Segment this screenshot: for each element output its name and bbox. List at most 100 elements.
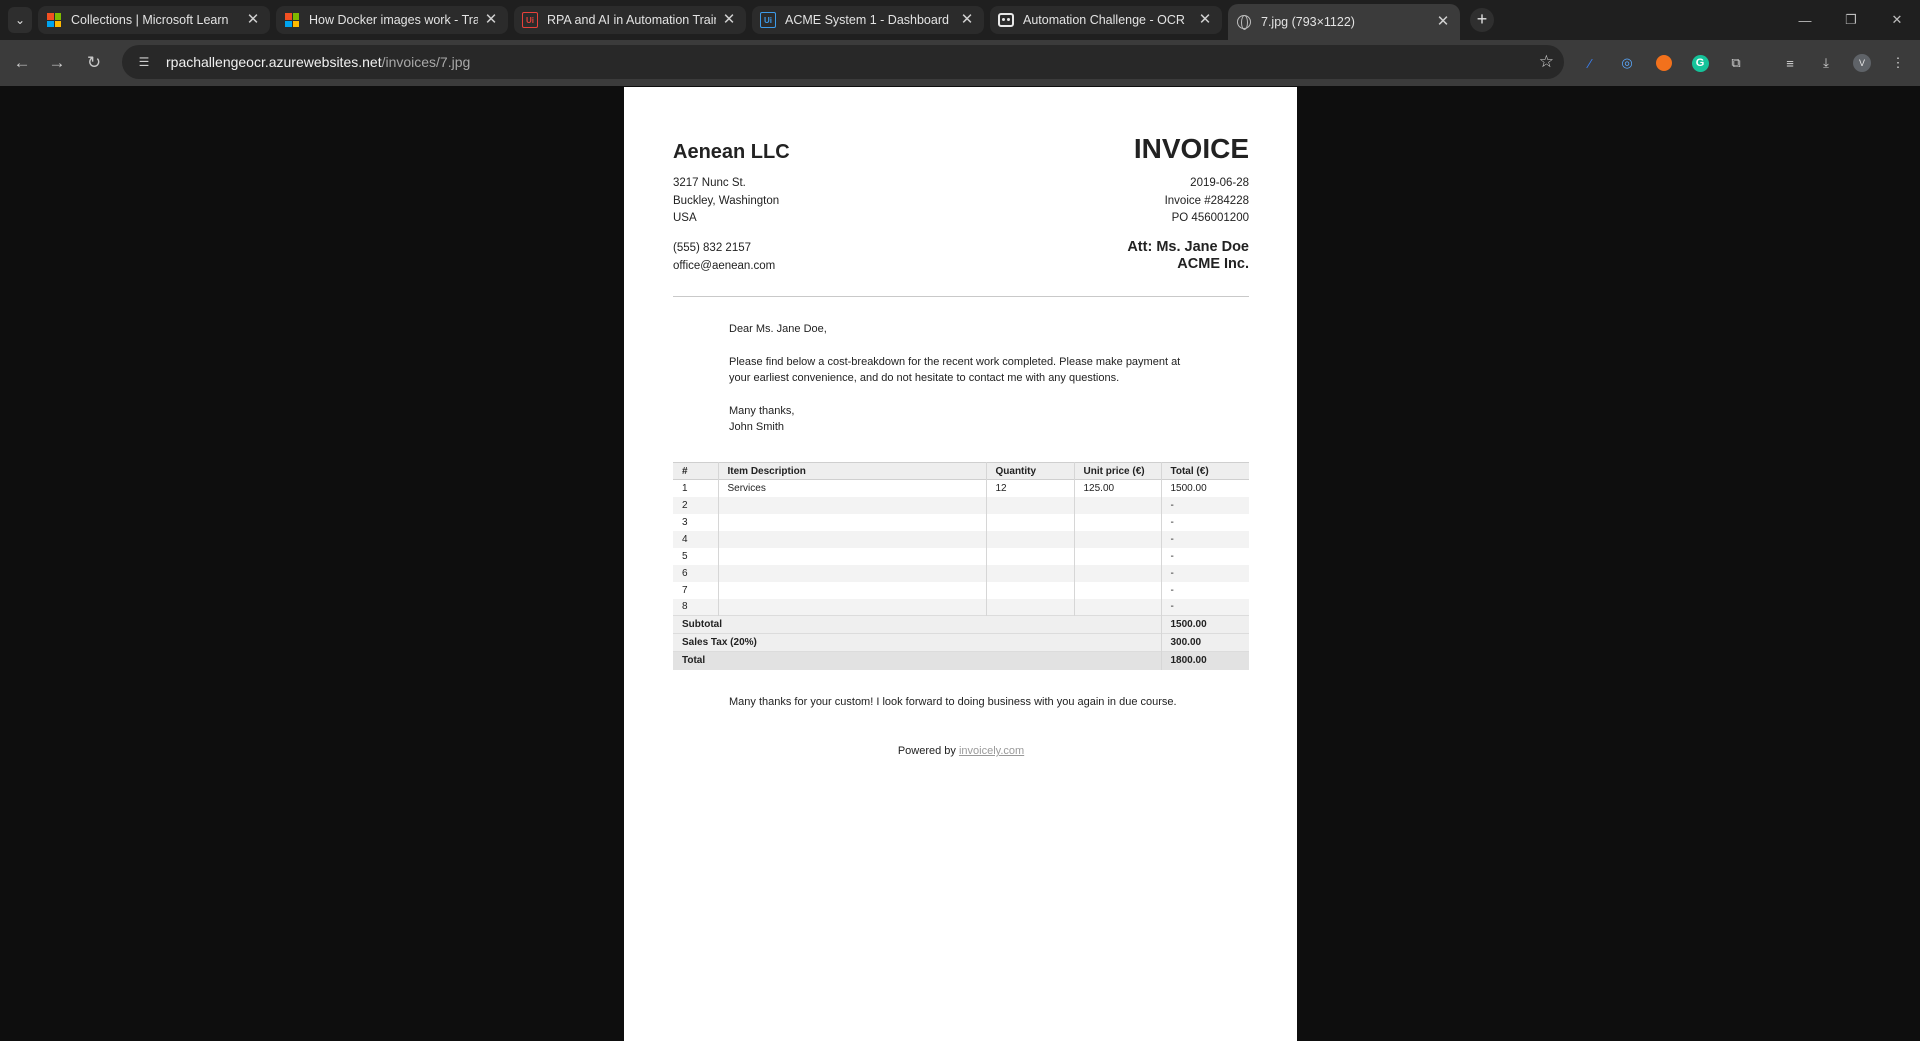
tab-title: Collections | Microsoft Learn xyxy=(71,13,229,27)
table-cell xyxy=(718,598,987,616)
table-cell: 8 xyxy=(673,598,719,616)
table-cell xyxy=(986,547,1075,565)
back-button[interactable]: ← xyxy=(10,51,34,75)
site-info-icon[interactable]: ☰ xyxy=(136,54,152,70)
restore-icon: ❐ xyxy=(1845,12,1857,27)
table-cell: - xyxy=(1170,533,1174,545)
extensions-puzzle-icon[interactable]: ⧉ xyxy=(1726,53,1746,73)
invoice-number: Invoice #284228 xyxy=(1164,194,1249,207)
orange-extension-icon[interactable] xyxy=(1654,53,1674,73)
tab-microsoft-learn[interactable]: Collections | Microsoft Learn ✕ xyxy=(38,6,270,34)
pen-extension-icon[interactable]: ⁄ xyxy=(1580,53,1600,73)
table-cell: 6 xyxy=(673,564,719,582)
tab-strip: ⌄ Collections | Microsoft Learn ✕ How Do… xyxy=(0,0,1920,40)
grammarly-icon[interactable]: G xyxy=(1690,53,1710,73)
address-line: Buckley, Washington xyxy=(673,194,780,207)
minimize-button[interactable]: — xyxy=(1782,0,1828,40)
close-icon[interactable]: ✕ xyxy=(1434,14,1452,30)
menu-kebab-icon[interactable]: ⋮ xyxy=(1888,53,1908,73)
table-cell xyxy=(986,530,1075,548)
new-tab-button[interactable]: + xyxy=(1470,8,1494,32)
company-name: Aenean LLC xyxy=(673,141,790,163)
powered-by-label: Powered by xyxy=(897,745,959,757)
download-icon[interactable]: ⤓ xyxy=(1816,53,1836,73)
tab-automation-challenge[interactable]: Automation Challenge - OCR ✕ xyxy=(990,6,1222,34)
attention-company: ACME Inc. xyxy=(1177,256,1249,272)
column-header: Total (€) xyxy=(1170,465,1209,477)
copilot-extension-icon[interactable]: ◎ xyxy=(1617,53,1637,73)
table-cell: Services xyxy=(718,479,987,497)
table-cell xyxy=(1074,598,1162,616)
close-icon[interactable]: ✕ xyxy=(720,12,738,28)
microsoft-icon xyxy=(284,12,300,28)
close-icon[interactable]: ✕ xyxy=(244,12,262,28)
table-cell xyxy=(718,581,987,599)
table-cell: 7 xyxy=(673,581,719,599)
address-line: 3217 Nunc St. xyxy=(673,177,746,189)
tab-rpa-ai[interactable]: Ui RPA and AI in Automation Train ✕ xyxy=(514,6,746,34)
tab-docker-images[interactable]: How Docker images work - Trai ✕ xyxy=(276,6,508,34)
table-cell: - xyxy=(1170,601,1174,613)
invoice-image[interactable]: Aenean LLC INVOICE 3217 Nunc St. Buckley… xyxy=(624,87,1297,1041)
table-row: 5- xyxy=(673,547,1249,565)
closing-note: Many thanks for your custom! I look forw… xyxy=(729,696,1177,708)
url-host: rpachallengeocr.azurewebsites.net xyxy=(166,54,382,70)
browser-toolbar: ← → ↻ ☰ rpachallengeocr.azurewebsites.ne… xyxy=(0,40,1920,86)
po-number: PO 456001200 xyxy=(1171,212,1249,224)
letter-body: Please find below a cost-breakdown for t… xyxy=(729,355,1181,385)
close-icon[interactable]: ✕ xyxy=(958,12,976,28)
table-row: 2- xyxy=(673,496,1249,514)
table-cell: - xyxy=(1170,550,1174,562)
address-bar[interactable]: ☰ rpachallengeocr.azurewebsites.net/invo… xyxy=(122,45,1564,79)
table-cell: 1 xyxy=(673,479,719,497)
profile-avatar[interactable]: V xyxy=(1852,53,1872,73)
restore-button[interactable]: ❐ xyxy=(1828,0,1874,40)
table-cell: 4 xyxy=(673,530,719,548)
tab-search-button[interactable]: ⌄ xyxy=(8,7,32,33)
tax-value: 300.00 xyxy=(1161,633,1249,652)
line-items-table: # Item Description Quantity Unit price (… xyxy=(673,462,1249,670)
company-address: 3217 Nunc St. Buckley, Washington USA xyxy=(673,175,779,228)
close-window-button[interactable]: ✕ xyxy=(1874,0,1920,40)
close-icon[interactable]: ✕ xyxy=(1196,12,1214,28)
arrow-right-icon: → xyxy=(48,53,66,72)
powered-by: Powered by invoicely.com xyxy=(673,745,1249,757)
table-cell xyxy=(986,564,1075,582)
tab-title: Automation Challenge - OCR xyxy=(1023,13,1185,27)
uipath-icon: Ui xyxy=(522,12,538,28)
total-row: Total 1800.00 xyxy=(673,651,1249,670)
invoice-title: INVOICE xyxy=(1133,133,1249,164)
table-cell xyxy=(1074,530,1162,548)
globe-icon xyxy=(1236,14,1252,30)
tab-invoice-image[interactable]: 7.jpg (793×1122) ✕ xyxy=(1228,4,1460,40)
close-icon[interactable]: ✕ xyxy=(482,12,500,28)
bookmark-star-icon[interactable]: ☆ xyxy=(1539,52,1554,72)
table-cell: 3 xyxy=(673,513,719,531)
table-cell: - xyxy=(1170,567,1174,579)
invoicely-link[interactable]: invoicely.com xyxy=(959,745,1024,757)
table-cell xyxy=(986,581,1075,599)
table-cell: - xyxy=(1170,584,1174,596)
table-cell: 125.00 xyxy=(1074,479,1162,497)
subtotal-value: 1500.00 xyxy=(1161,615,1249,634)
column-header: Quantity xyxy=(986,462,1075,480)
table-cell xyxy=(718,530,987,548)
uipath-icon: Ui xyxy=(760,12,776,28)
forward-button[interactable]: → xyxy=(45,51,69,75)
media-controls-icon[interactable]: ≡ xyxy=(1780,53,1800,73)
table-cell xyxy=(986,598,1075,616)
table-cell xyxy=(986,513,1075,531)
tab-title: ACME System 1 - Dashboard xyxy=(785,13,949,27)
table-cell: 1500.00 xyxy=(1170,482,1207,494)
reload-button[interactable]: ↻ xyxy=(82,51,106,75)
chevron-down-icon: ⌄ xyxy=(14,13,26,27)
column-header: Item Description xyxy=(718,462,987,480)
table-row: 8- xyxy=(673,598,1249,616)
subtotal-label: Subtotal xyxy=(673,615,1162,634)
total-label: Total xyxy=(673,651,1162,670)
table-cell xyxy=(1074,581,1162,599)
invoice-date: 2019-06-28 xyxy=(1190,177,1249,189)
invoice-meta: 2019-06-28 Invoice #284228 PO 456001200 xyxy=(1165,175,1249,228)
tab-acme-dashboard[interactable]: Ui ACME System 1 - Dashboard ✕ xyxy=(752,6,984,34)
minimize-icon: — xyxy=(1798,12,1812,28)
